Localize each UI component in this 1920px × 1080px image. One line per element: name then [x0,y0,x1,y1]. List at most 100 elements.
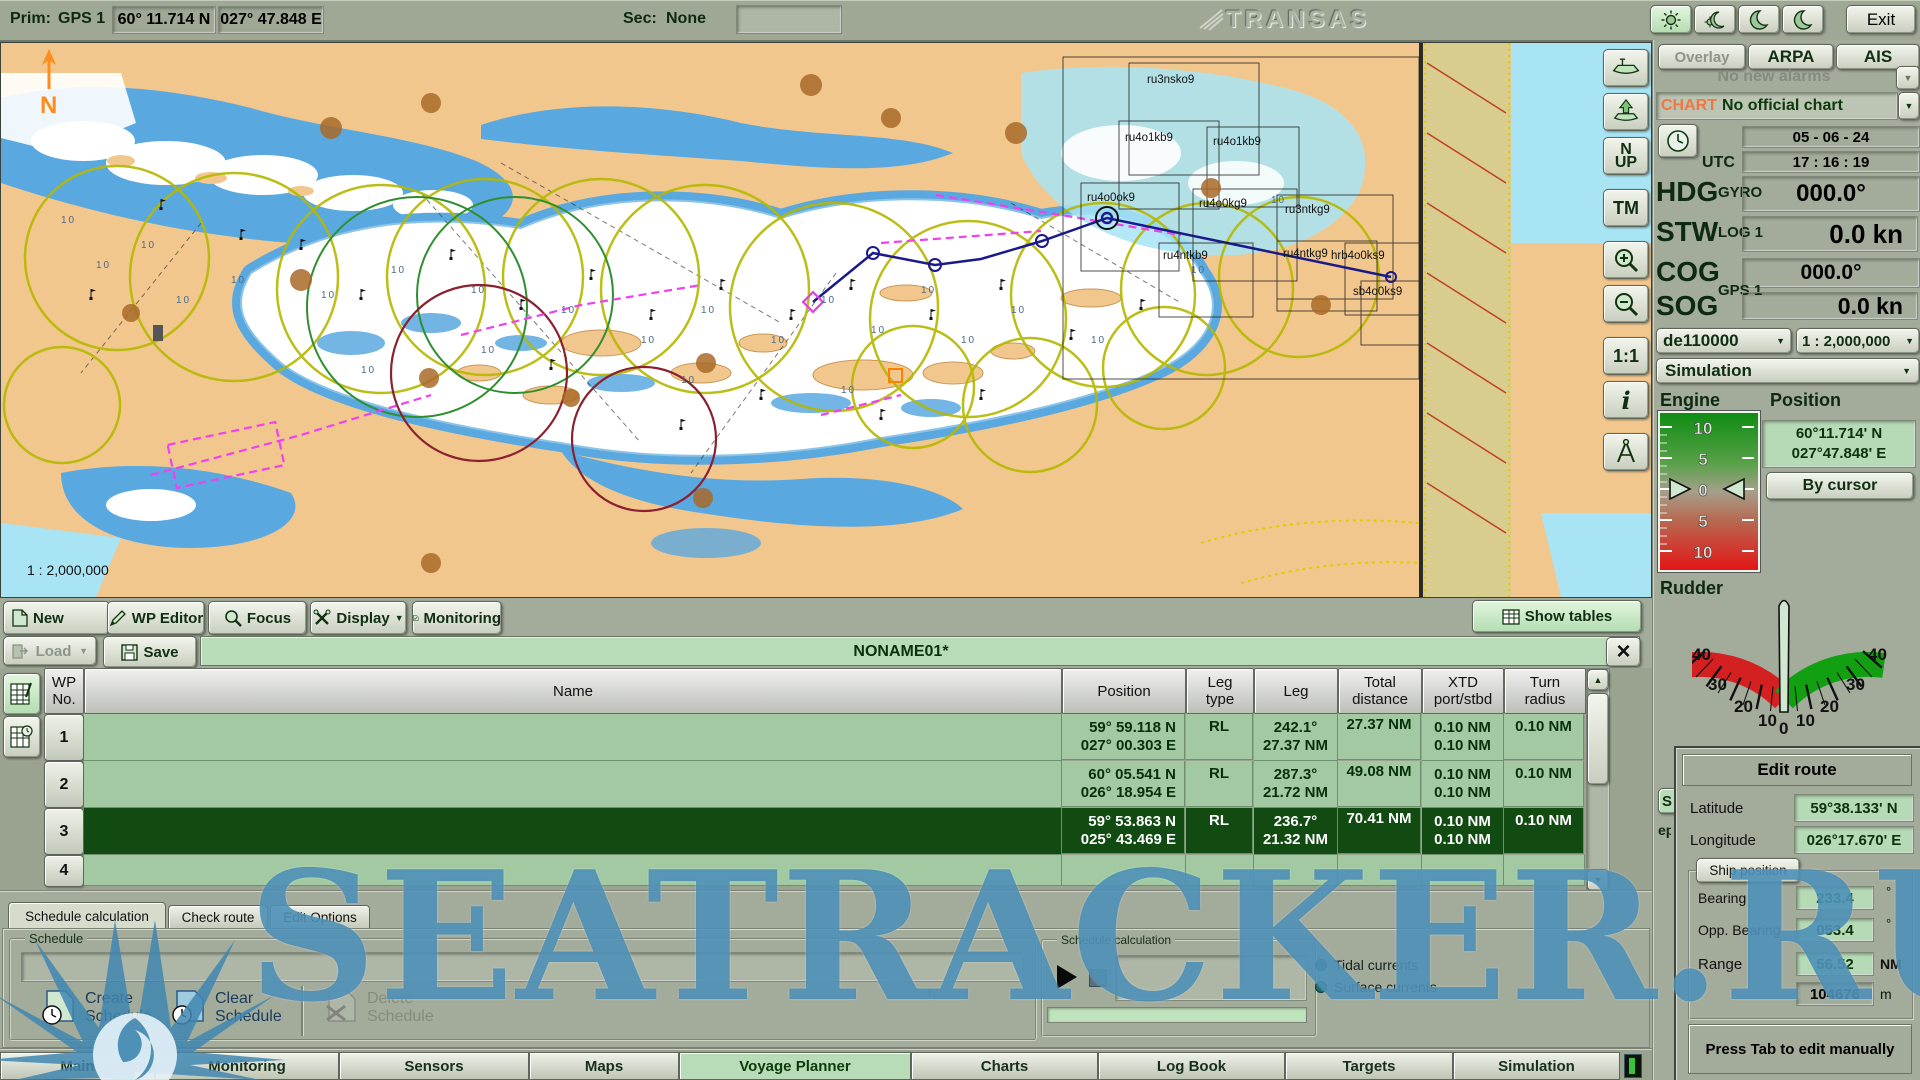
wp-number-button[interactable]: 4 [44,855,84,887]
header-leg[interactable]: Leg [1254,668,1338,714]
header-name[interactable]: Name [84,668,1062,714]
tidal-currents-option[interactable]: Tidal currents [1315,957,1418,973]
clear-schedule-button[interactable]: ClearSchedule [171,990,282,1026]
clock-button[interactable] [1658,124,1698,158]
wp-number-button[interactable]: 2 [44,761,84,808]
scroll-up-button[interactable]: ▲ [1587,669,1609,691]
engine-telegraph[interactable]: 10 5 0 5 10 [1658,411,1760,572]
scale-select[interactable]: 1 : 2,000,000▼ [1796,328,1920,354]
engine-handle-left[interactable] [1670,479,1690,499]
zoom-out-button[interactable] [1603,285,1649,323]
stop-button[interactable] [1089,969,1107,987]
tab-schedule-calculation[interactable]: Schedule calculation [8,902,166,929]
svg-text:ru3nsko9: ru3nsko9 [1147,74,1194,86]
close-table-button[interactable]: × [1606,637,1641,667]
load-route-button[interactable]: Load ▼ [3,636,97,666]
ahead-view-button[interactable] [1603,93,1649,131]
palette-night2-button[interactable] [1782,5,1824,34]
own-ship-button[interactable] [1603,49,1649,87]
exit-button[interactable]: Exit [1846,5,1916,34]
new-route-button[interactable]: New [3,601,110,635]
overlay-button[interactable]: Overlay [1658,44,1746,70]
svg-text:10: 10 [841,385,856,396]
wp-number-button[interactable]: 1 [44,714,84,761]
rudder-needle [1779,601,1789,713]
scroll-down-button[interactable]: ▼ [1587,869,1609,891]
opp-bearing-field[interactable]: 053.4 [1796,918,1874,942]
header-turn-radius[interactable]: Turnradius [1504,668,1586,714]
schedule-view-button[interactable] [3,716,41,758]
wp-editor-button[interactable]: WP Editor [107,601,205,635]
north-up-button[interactable]: NUP [1603,137,1649,175]
original-scale-button[interactable]: 1:1 [1603,337,1649,375]
date-display: 05 - 06 - 24 [1742,126,1920,148]
magnifier-icon [224,609,242,627]
chart-map[interactable]: ru3nsko9 ru4o1kb9 ru4o1kb9 ru4o0ok9 ru4o… [0,42,1652,598]
header-wp-no[interactable]: WPNo. [44,668,84,714]
chart-dropdown-button[interactable]: ▼ [1898,92,1920,120]
schedule-name-field[interactable] [21,952,1023,982]
nav-tab-maps[interactable]: Maps [529,1052,679,1080]
scrollbar-thumb[interactable] [1587,693,1609,785]
nav-tab-monitoring[interactable]: Monitoring [155,1052,339,1080]
save-route-button[interactable]: Save [103,636,197,668]
zoom-in-icon [1613,247,1639,273]
svg-text:10: 10 [871,325,886,336]
zoom-in-button[interactable] [1603,241,1649,279]
longitude-label: Longitude [1690,832,1756,849]
ship-ahead-icon [1611,99,1641,125]
range-nm-field[interactable]: 56.52 [1796,952,1874,976]
svg-text:10: 10 [96,260,111,271]
ship-position-button[interactable]: Ship position [1696,858,1800,883]
bearing-unit: ° [1886,884,1891,899]
nav-tab-log-book[interactable]: Log Book [1098,1052,1285,1080]
schedule-group-label: Schedule [25,931,87,946]
sec-label: Sec: [623,10,657,28]
svg-text:10: 10 [1694,543,1713,562]
nav-tab-charts[interactable]: Charts [911,1052,1098,1080]
tab-edit-options[interactable]: Edit Options [270,905,370,929]
palette-day-button[interactable] [1650,5,1692,34]
range-m-field[interactable]: 104676 [1796,982,1874,1006]
measure-button[interactable] [1603,433,1649,471]
svg-text:30: 30 [1708,675,1727,694]
nautical-chart-canvas: ru3nsko9 ru4o1kb9 ru4o1kb9 ru4o0ok9 ru4o… [1,43,1651,597]
longitude-field[interactable]: 026°17.670' E [1794,826,1914,854]
display-button[interactable]: Display ▼ [310,601,407,635]
true-motion-button[interactable]: TM [1603,189,1649,227]
by-cursor-button[interactable]: By cursor [1766,472,1914,500]
surface-currents-option[interactable]: Surface currents [1315,979,1437,995]
header-position[interactable]: Position [1062,668,1186,714]
monitoring-mode-button[interactable]: Monitoring [412,601,502,635]
engine-handle-right[interactable] [1724,479,1744,499]
latitude-field[interactable]: 59°38.133' N [1794,794,1914,822]
tab-check-route[interactable]: Check route [168,905,268,929]
chart-select[interactable]: de110000▼ [1656,328,1792,354]
wp-number-button[interactable]: 3 [44,808,84,855]
nav-tab-voyage-planner[interactable]: Voyage Planner [679,1052,911,1080]
nav-tab-sensors[interactable]: Sensors [339,1052,529,1080]
palette-dusk-button[interactable] [1694,5,1736,34]
header-xtd[interactable]: XTDport/stbd [1422,668,1504,714]
alarm-dropdown-button[interactable]: ▼ [1896,66,1920,90]
mode-select[interactable]: Simulation▼ [1656,358,1920,384]
info-button[interactable]: i [1603,381,1649,419]
table-icon [1502,609,1520,625]
create-schedule-button[interactable]: CreateSchedule [41,990,152,1026]
moon-icon [1793,10,1813,30]
utc-label: UTC [1702,154,1735,172]
table-scrollbar[interactable]: ▲ ▼ [1586,668,1610,892]
arpa-button[interactable]: ARPA [1748,44,1834,70]
bearing-field[interactable]: 233.4 [1796,886,1874,910]
header-total-distance[interactable]: Totaldistance [1338,668,1422,714]
header-leg-type[interactable]: Legtype [1186,668,1254,714]
waypoints-view-button[interactable] [3,673,41,715]
delete-schedule-button[interactable]: DeleteSchedule [323,990,434,1026]
nav-tab-simulation[interactable]: Simulation [1453,1052,1620,1080]
nav-tab-main[interactable]: Main [0,1052,155,1080]
show-tables-button[interactable]: Show tables [1472,600,1642,633]
play-button[interactable] [1057,965,1077,989]
focus-button[interactable]: Focus [208,601,307,635]
nav-tab-targets[interactable]: Targets [1285,1052,1453,1080]
palette-night-button[interactable] [1738,5,1780,34]
